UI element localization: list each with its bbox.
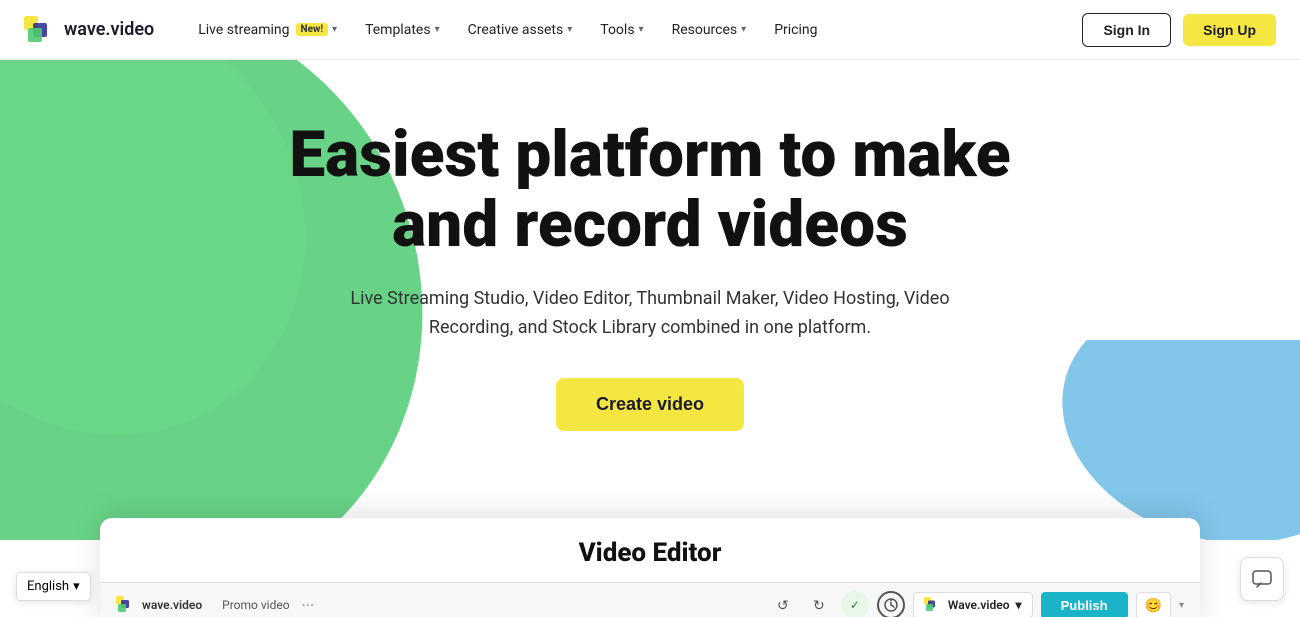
check-icon: ✓ xyxy=(841,591,869,617)
signup-button[interactable]: Sign Up xyxy=(1183,14,1276,46)
editor-logo-text: wave.video xyxy=(142,598,202,612)
publish-button[interactable]: Publish xyxy=(1041,592,1128,617)
editor-preview: Video Editor wave.video Promo video ··· … xyxy=(100,518,1200,617)
nav-links: Live streaming New! ▾ Templates ▾ Creati… xyxy=(186,14,1082,46)
hero-section: Easiest platform to make and record vide… xyxy=(0,60,1300,617)
editor-controls: ↺ ↻ ✓ Wave. xyxy=(769,591,1184,617)
signin-button[interactable]: Sign In xyxy=(1082,13,1171,47)
language-chevron-icon: ▾ xyxy=(73,579,80,594)
navbar: wave.video Live streaming New! ▾ Templat… xyxy=(0,0,1300,60)
creative-assets-chevron-icon: ▾ xyxy=(567,24,572,35)
editor-logo-icon xyxy=(116,596,136,614)
brand-name: wave.video xyxy=(64,19,154,40)
new-badge: New! xyxy=(296,23,329,36)
editor-toolbar: wave.video Promo video ··· ↺ ↻ ✓ xyxy=(100,582,1200,617)
live-streaming-chevron-icon: ▾ xyxy=(332,24,337,35)
editor-section-title: Video Editor xyxy=(100,518,1200,582)
nav-pricing[interactable]: Pricing xyxy=(762,14,829,46)
editor-filename: Promo video xyxy=(222,598,289,612)
language-label: English xyxy=(27,579,69,594)
tools-chevron-icon: ▾ xyxy=(639,24,644,35)
nav-creative-assets[interactable]: Creative assets ▾ xyxy=(456,14,585,46)
hero-title: Easiest platform to make and record vide… xyxy=(200,120,1100,261)
wave-dropdown-chevron: ▾ xyxy=(1016,598,1022,612)
redo-button[interactable]: ↻ xyxy=(805,591,833,617)
nav-resources[interactable]: Resources ▾ xyxy=(660,14,759,46)
hero-subtitle: Live Streaming Studio, Video Editor, Thu… xyxy=(330,285,970,343)
nav-tools[interactable]: Tools ▾ xyxy=(588,14,655,46)
resources-chevron-icon: ▾ xyxy=(741,24,746,35)
templates-chevron-icon: ▾ xyxy=(435,24,440,35)
nav-templates[interactable]: Templates ▾ xyxy=(353,14,452,46)
timer-icon xyxy=(877,591,905,617)
logo-icon xyxy=(24,16,56,44)
chat-bubble-button[interactable] xyxy=(1240,557,1284,601)
wave-dropdown[interactable]: Wave.video ▾ xyxy=(913,592,1033,617)
emoji-chevron-icon: ▾ xyxy=(1179,600,1184,611)
nav-actions: Sign In Sign Up xyxy=(1082,13,1276,47)
language-selector[interactable]: English ▾ xyxy=(16,572,91,601)
logo[interactable]: wave.video xyxy=(24,16,154,44)
hero-content: Easiest platform to make and record vide… xyxy=(0,60,1300,431)
wave-dropdown-logo xyxy=(924,597,942,613)
undo-button[interactable]: ↺ xyxy=(769,591,797,617)
editor-more-options[interactable]: ··· xyxy=(302,596,315,615)
nav-live-streaming[interactable]: Live streaming New! ▾ xyxy=(186,14,349,46)
chat-icon xyxy=(1251,568,1273,590)
create-video-button[interactable]: Create video xyxy=(556,378,744,431)
editor-logo: wave.video xyxy=(116,596,202,614)
emoji-button[interactable]: 😊 xyxy=(1136,592,1171,617)
